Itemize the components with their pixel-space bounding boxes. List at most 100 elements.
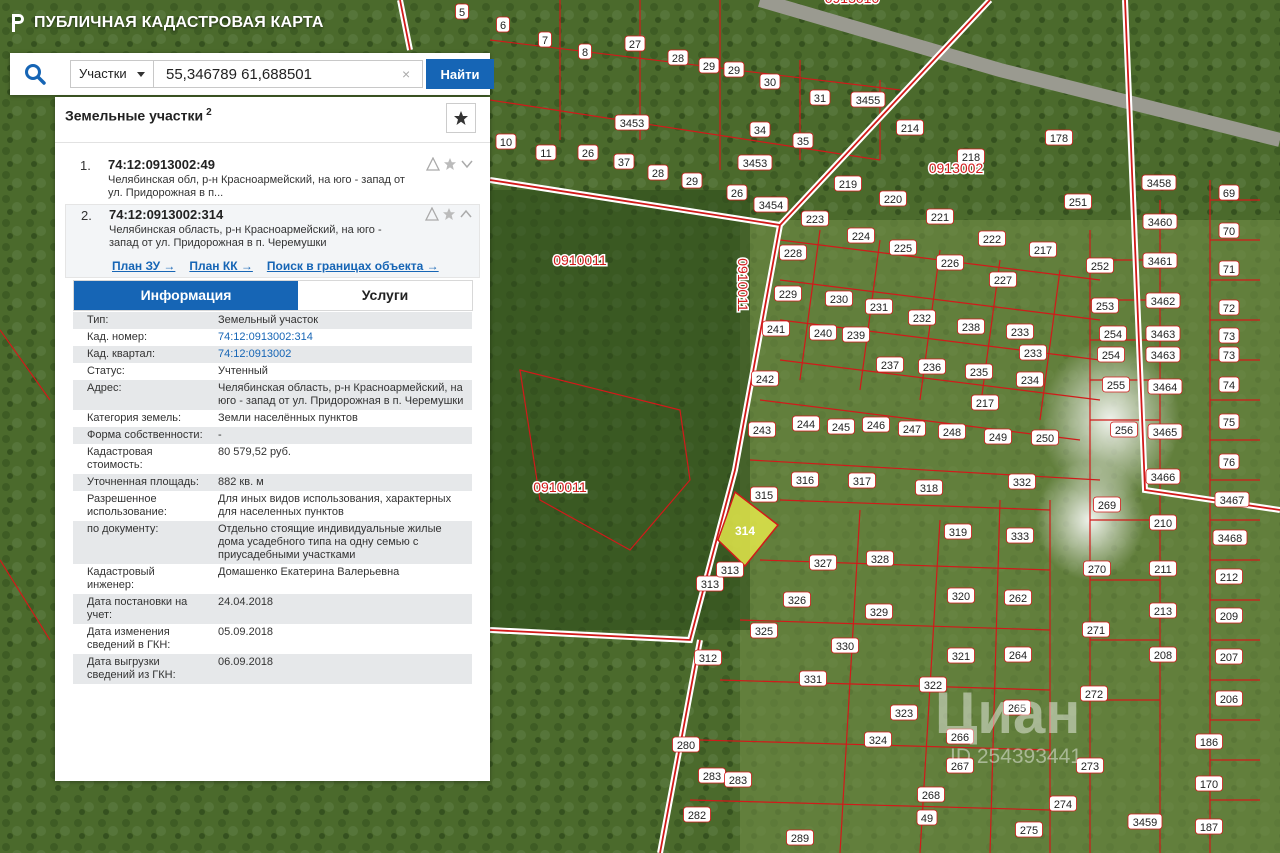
parcel-number-label[interactable]: 323	[895, 708, 913, 720]
parcel-number-label[interactable]: 27	[629, 39, 641, 51]
parcel-number-label[interactable]: 238	[962, 322, 980, 334]
parcel-number-label[interactable]: 320	[952, 591, 970, 603]
parcel-number-label[interactable]: 280	[677, 740, 695, 752]
selected-parcel-label[interactable]: 314	[735, 524, 755, 538]
parcel-number-label[interactable]: 331	[804, 674, 822, 686]
parcel-number-label[interactable]: 35	[797, 136, 809, 148]
parcel-number-label[interactable]: 70	[1223, 226, 1235, 238]
parcel-number-label[interactable]: 29	[703, 61, 715, 73]
parcel-number-label[interactable]: 206	[1220, 694, 1238, 706]
parcel-number-label[interactable]: 318	[920, 483, 938, 495]
parcel-number-label[interactable]: 7	[542, 35, 548, 47]
parcel-number-label[interactable]: 207	[1220, 652, 1238, 664]
parcel-number-label[interactable]: 228	[784, 248, 802, 260]
parcel-number-label[interactable]: 237	[881, 360, 899, 372]
parcel-number-label[interactable]: 319	[949, 527, 967, 539]
plan-zu-link[interactable]: План ЗУ →	[112, 259, 175, 273]
parcel-number-label[interactable]: 72	[1223, 303, 1235, 315]
parcel-number-label[interactable]: 71	[1223, 264, 1235, 276]
parcel-number-label[interactable]: 332	[1013, 477, 1031, 489]
parcel-number-label[interactable]: 26	[731, 188, 743, 200]
parcel-number-label[interactable]: 74	[1223, 380, 1235, 392]
result-cadastral-number[interactable]: 74:12:0913002:49	[108, 157, 215, 172]
parcel-number-label[interactable]: 3454	[759, 200, 783, 212]
find-button[interactable]: Найти	[426, 59, 494, 89]
parcel-number-label[interactable]: 327	[814, 558, 832, 570]
parcel-number-label[interactable]: 256	[1115, 425, 1133, 437]
parcel-number-label[interactable]: 26	[582, 148, 594, 160]
parcel-number-label[interactable]: 325	[755, 626, 773, 638]
search-type-select[interactable]: Участки	[70, 60, 154, 88]
search-input[interactable]	[154, 60, 423, 88]
parcel-number-label[interactable]: 178	[1050, 133, 1068, 145]
parcel-number-label[interactable]: 232	[913, 313, 931, 325]
parcel-number-label[interactable]: 219	[839, 179, 857, 191]
parcel-number-label[interactable]: 186	[1200, 737, 1218, 749]
parcel-number-label[interactable]: 209	[1220, 611, 1238, 623]
parcel-number-label[interactable]: 214	[901, 123, 919, 135]
parcel-number-label[interactable]: 227	[994, 275, 1012, 287]
parcel-number-label[interactable]: 252	[1091, 261, 1109, 273]
parcel-number-label[interactable]: 275	[1020, 825, 1038, 837]
parcel-number-label[interactable]: 312	[699, 653, 717, 665]
parcel-number-label[interactable]: 253	[1096, 301, 1114, 313]
star-icon[interactable]	[442, 207, 456, 221]
parcel-number-label[interactable]: 3468	[1218, 533, 1242, 545]
cadastral-quarter-link[interactable]: 74:12:0913002	[210, 346, 472, 363]
parcel-number-label[interactable]: 273	[1081, 761, 1099, 773]
parcel-number-label[interactable]: 269	[1098, 500, 1116, 512]
parcel-number-label[interactable]: 283	[729, 775, 747, 787]
parcel-number-label[interactable]: 8	[582, 47, 588, 59]
parcel-number-label[interactable]: 29	[728, 65, 740, 77]
parcel-number-label[interactable]: 3460	[1148, 217, 1172, 229]
parcel-number-label[interactable]: 249	[989, 432, 1007, 444]
parcel-number-label[interactable]: 3464	[1153, 382, 1177, 394]
parcel-number-label[interactable]: 289	[791, 833, 809, 845]
parcel-number-label[interactable]: 272	[1085, 689, 1103, 701]
parcel-number-label[interactable]: 313	[721, 565, 739, 577]
parcel-number-label[interactable]: 221	[931, 212, 949, 224]
parcel-number-label[interactable]: 230	[830, 294, 848, 306]
parcel-number-label[interactable]: 324	[869, 735, 887, 747]
parcel-number-label[interactable]: 235	[970, 367, 988, 379]
parcel-number-label[interactable]: 240	[814, 328, 832, 340]
parcel-number-label[interactable]: 264	[1009, 650, 1027, 662]
parcel-number-label[interactable]: 217	[976, 398, 994, 410]
parcel-number-label[interactable]: 76	[1223, 457, 1235, 469]
parcel-number-label[interactable]: 3455	[856, 95, 880, 107]
parcel-number-label[interactable]: 226	[941, 258, 959, 270]
parcel-number-label[interactable]: 268	[922, 790, 940, 802]
parcel-number-label[interactable]: 208	[1154, 650, 1172, 662]
parcel-number-label[interactable]: 11	[540, 148, 551, 160]
parcel-number-label[interactable]: 34	[754, 125, 766, 137]
parcel-number-label[interactable]: 49	[921, 813, 933, 825]
plan-kk-link[interactable]: План КК →	[189, 259, 253, 273]
parcel-number-label[interactable]: 3461	[1148, 256, 1172, 268]
parcel-number-label[interactable]: 3467	[1220, 495, 1244, 507]
parcel-number-label[interactable]: 248	[943, 427, 961, 439]
parcel-number-label[interactable]: 330	[836, 641, 854, 653]
chevron-up-icon[interactable]	[459, 207, 473, 221]
parcel-number-label[interactable]: 224	[852, 231, 870, 243]
parcel-number-label[interactable]: 3458	[1147, 178, 1171, 190]
parcel-number-label[interactable]: 69	[1223, 188, 1235, 200]
parcel-number-label[interactable]: 316	[796, 475, 814, 487]
parcel-number-label[interactable]: 3453	[743, 158, 767, 170]
parcel-number-label[interactable]: 241	[767, 324, 785, 336]
parcel-number-label[interactable]: 75	[1223, 417, 1235, 429]
parcel-number-label[interactable]: 5	[459, 7, 465, 19]
parcel-number-label[interactable]: 274	[1054, 799, 1072, 811]
parcel-number-label[interactable]: 3459	[1133, 817, 1157, 829]
warning-icon[interactable]	[425, 207, 439, 221]
parcel-number-label[interactable]: 73	[1223, 331, 1235, 343]
parcel-number-label[interactable]: 31	[814, 93, 826, 105]
parcel-number-label[interactable]: 244	[797, 419, 815, 431]
parcel-number-label[interactable]: 28	[672, 53, 684, 65]
parcel-number-label[interactable]: 3453	[620, 118, 644, 130]
parcel-number-label[interactable]: 243	[753, 425, 771, 437]
parcel-number-label[interactable]: 29	[686, 176, 698, 188]
parcel-number-label[interactable]: 271	[1087, 625, 1105, 637]
parcel-number-label[interactable]: 236	[923, 362, 941, 374]
parcel-number-label[interactable]: 245	[832, 422, 850, 434]
parcel-number-label[interactable]: 317	[853, 476, 871, 488]
